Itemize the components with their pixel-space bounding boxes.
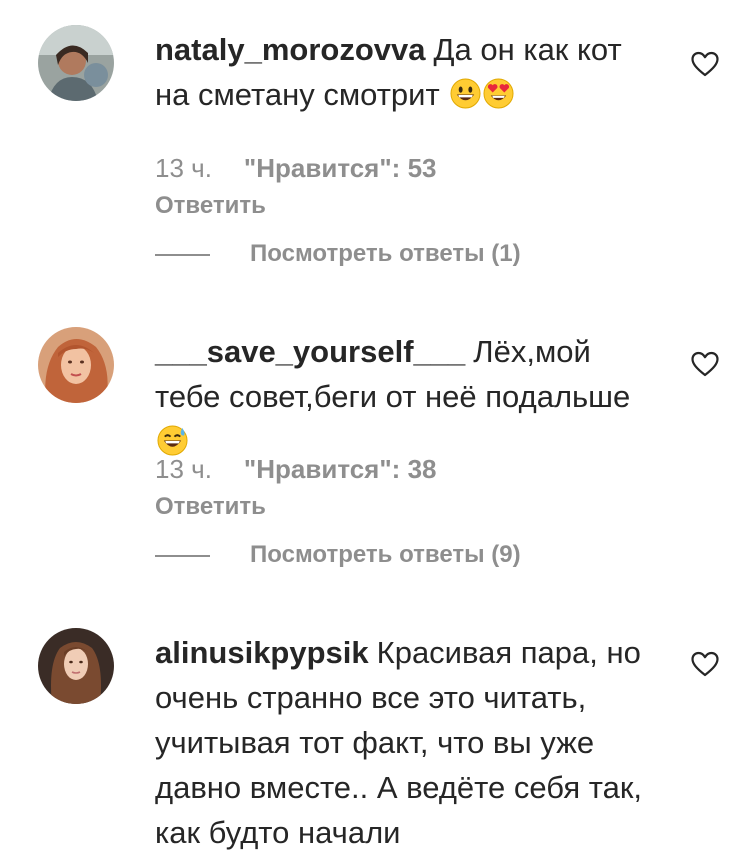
heart-eyes-face-emoji-icon [483, 78, 514, 109]
reply-button[interactable]: Ответить [155, 192, 266, 220]
comment-username[interactable]: nataly_morozovva [155, 32, 426, 67]
heart-outline-icon[interactable] [690, 650, 720, 678]
reply-button[interactable]: Ответить [155, 493, 266, 521]
comment-meta: 13 ч. "Нравится": 38 [155, 454, 436, 485]
grinning-sweat-face-emoji-icon [157, 425, 188, 456]
comment-text: ___save_yourself___ Лёх,мой тебе совет,бе… [155, 329, 655, 464]
comment-username[interactable]: alinusikpypsik [155, 635, 369, 670]
view-replies-label: Посмотреть ответы (1) [250, 240, 521, 267]
comment-time[interactable]: 13 ч. [155, 153, 212, 183]
avatar[interactable] [38, 628, 114, 704]
view-replies-label: Посмотреть ответы (9) [250, 541, 521, 568]
view-replies-button[interactable]: Посмотреть ответы (9) [155, 541, 521, 569]
comment-time[interactable]: 13 ч. [155, 454, 212, 484]
replies-divider [155, 554, 210, 557]
replies-divider [155, 253, 210, 256]
comment-text: nataly_morozovva Да он как кот на сметану… [155, 27, 655, 117]
comment-likes[interactable]: "Нравится": 53 [244, 153, 437, 183]
comment-meta: 13 ч. "Нравится": 53 [155, 153, 436, 184]
grinning-face-emoji-icon [450, 78, 481, 109]
heart-outline-icon[interactable] [690, 50, 720, 78]
heart-outline-icon[interactable] [690, 350, 720, 378]
avatar[interactable] [38, 25, 114, 101]
comment-likes[interactable]: "Нравится": 38 [244, 454, 437, 484]
view-replies-button[interactable]: Посмотреть ответы (1) [155, 240, 521, 268]
comment-text: alinusikpypsik Красивая пара, но очень ст… [155, 630, 655, 855]
comment-username[interactable]: ___save_yourself___ [155, 334, 465, 369]
avatar[interactable] [38, 327, 114, 403]
